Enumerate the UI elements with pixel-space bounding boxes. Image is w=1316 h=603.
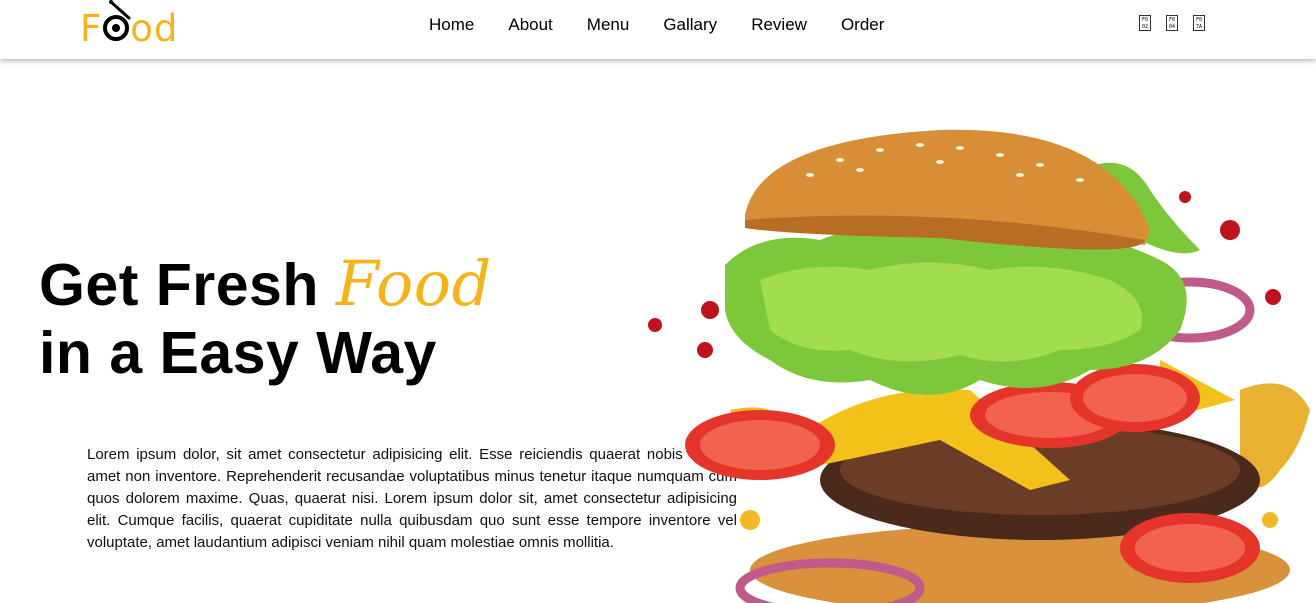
nav-gallery-link[interactable]: Gallary [646, 14, 734, 36]
nav-home-link[interactable]: Home [412, 14, 491, 36]
navbar: Fod Home About Menu Gallary Review Order… [0, 0, 1316, 59]
hero-title: Get Fresh Food in a Easy Way [39, 250, 492, 387]
nav-about-link[interactable]: About [491, 14, 569, 36]
search-icon[interactable]: F0 02 [1139, 15, 1151, 31]
hero-title-line2: in a Easy Way [39, 320, 437, 386]
nav-review-link[interactable]: Review [734, 14, 824, 36]
nav-menu-link[interactable]: Menu [570, 14, 647, 36]
nav-order-link[interactable]: Order [824, 14, 901, 36]
logo-letter-f: F [80, 7, 103, 50]
nav-icons: F0 02 F0 04 F0 7A [1139, 15, 1205, 31]
spoon-icon [109, 0, 131, 20]
hero-title-line1: Get Fresh [39, 252, 319, 318]
hero-title-accent: Food [335, 247, 492, 320]
user-icon[interactable]: F0 7A [1193, 15, 1205, 31]
main-nav: Home About Menu Gallary Review Order [412, 14, 901, 36]
burger-image [648, 129, 1310, 603]
cart-icon[interactable]: F0 04 [1166, 15, 1178, 31]
